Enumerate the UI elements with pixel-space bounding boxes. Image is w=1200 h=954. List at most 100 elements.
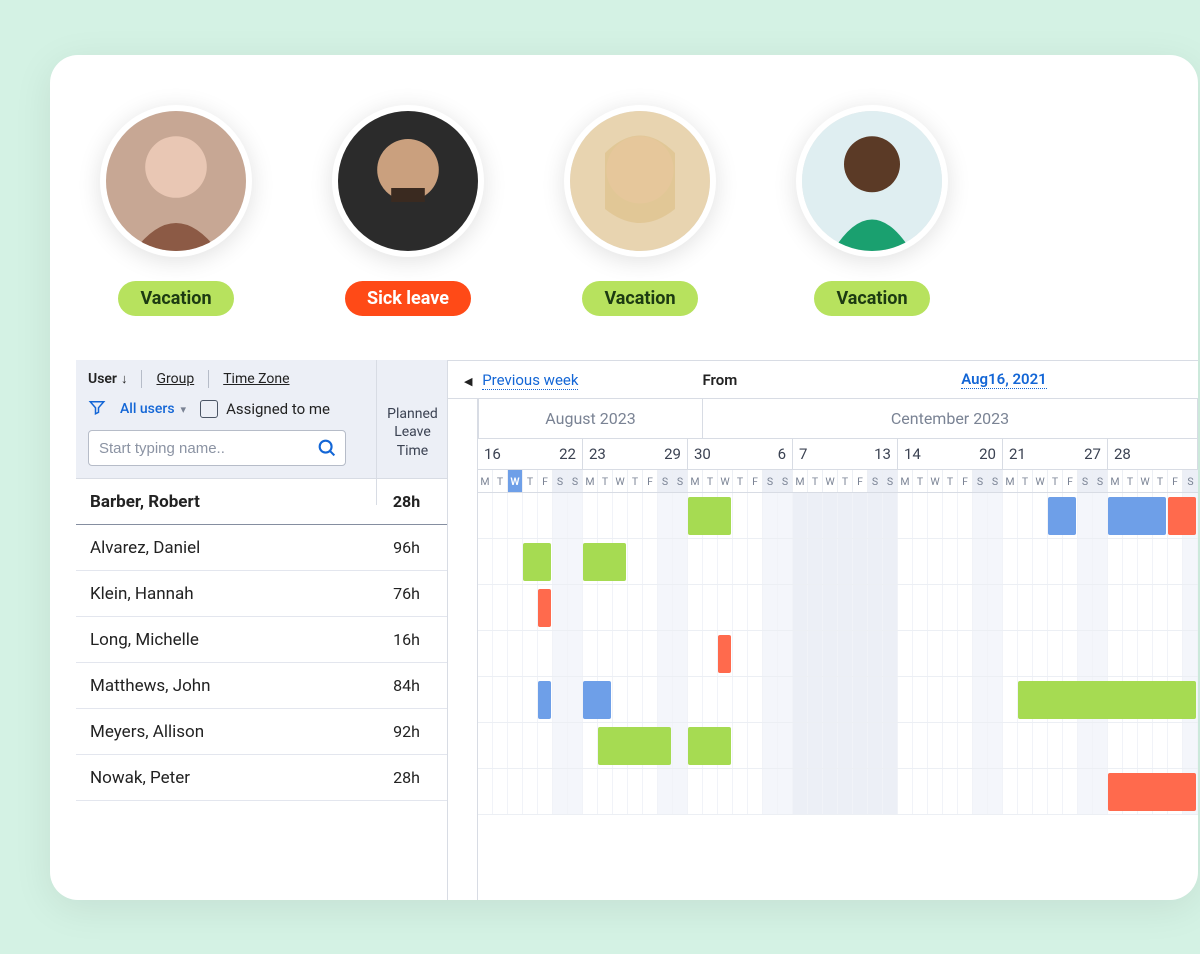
calendar-cell[interactable] [1078, 769, 1093, 814]
calendar-cell[interactable] [838, 631, 853, 676]
calendar-cell[interactable] [1018, 585, 1033, 630]
calendar-cell[interactable] [823, 585, 838, 630]
calendar-cell[interactable] [1063, 631, 1078, 676]
calendar-cell[interactable] [913, 585, 928, 630]
calendar-cell[interactable] [1138, 539, 1153, 584]
calendar-cell[interactable] [853, 631, 868, 676]
calendar-cell[interactable] [838, 723, 853, 768]
calendar-cell[interactable] [478, 769, 493, 814]
calendar-cell[interactable] [838, 677, 853, 722]
leave-block-vac[interactable] [1018, 681, 1196, 719]
calendar-cell[interactable] [988, 677, 1003, 722]
calendar-cell[interactable] [1153, 631, 1168, 676]
calendar-cell[interactable] [883, 493, 898, 538]
calendar-cell[interactable] [703, 677, 718, 722]
calendar-cell[interactable] [508, 585, 523, 630]
calendar-cell[interactable] [913, 631, 928, 676]
calendar-cell[interactable] [1108, 539, 1123, 584]
calendar-cell[interactable] [1108, 631, 1123, 676]
calendar-cell[interactable] [913, 769, 928, 814]
calendar-cell[interactable] [478, 677, 493, 722]
calendar-cell[interactable] [1018, 493, 1033, 538]
calendar-cell[interactable] [1033, 493, 1048, 538]
calendar-cell[interactable] [628, 769, 643, 814]
calendar-cell[interactable] [1003, 539, 1018, 584]
calendar-cell[interactable] [568, 585, 583, 630]
calendar-cell[interactable] [958, 677, 973, 722]
calendar-cell[interactable] [1153, 585, 1168, 630]
calendar-cell[interactable] [478, 493, 493, 538]
calendar-cell[interactable] [958, 539, 973, 584]
calendar-cell[interactable] [1003, 631, 1018, 676]
calendar-cell[interactable] [718, 769, 733, 814]
calendar-cell[interactable] [1033, 539, 1048, 584]
calendar-cell[interactable] [958, 631, 973, 676]
calendar-cell[interactable] [748, 539, 763, 584]
calendar-cell[interactable] [748, 493, 763, 538]
calendar-cell[interactable] [1018, 631, 1033, 676]
calendar-cell[interactable] [1048, 539, 1063, 584]
calendar-cell[interactable] [793, 631, 808, 676]
calendar-cell[interactable] [793, 677, 808, 722]
calendar-cell[interactable] [958, 585, 973, 630]
calendar-cell[interactable] [943, 631, 958, 676]
calendar-cell[interactable] [658, 769, 673, 814]
calendar-cell[interactable] [973, 493, 988, 538]
calendar-cell[interactable] [628, 493, 643, 538]
leave-block-vac[interactable] [688, 497, 731, 535]
filter-icon[interactable] [88, 398, 106, 420]
calendar-cell[interactable] [733, 723, 748, 768]
leave-block-other[interactable] [1108, 497, 1166, 535]
calendar-cell[interactable] [493, 769, 508, 814]
calendar-cell[interactable] [838, 539, 853, 584]
calendar-cell[interactable] [1033, 723, 1048, 768]
leave-block-vac[interactable] [523, 543, 551, 581]
calendar-cell[interactable] [1168, 631, 1183, 676]
calendar-cell[interactable] [718, 585, 733, 630]
calendar-cell[interactable] [643, 585, 658, 630]
calendar-cell[interactable] [508, 723, 523, 768]
calendar-cell[interactable] [1123, 585, 1138, 630]
calendar-cell[interactable] [778, 677, 793, 722]
leave-block-other[interactable] [1048, 497, 1076, 535]
calendar-cell[interactable] [943, 677, 958, 722]
calendar-cell[interactable] [778, 769, 793, 814]
calendar-cell[interactable] [1093, 723, 1108, 768]
calendar-cell[interactable] [838, 769, 853, 814]
calendar-cell[interactable] [568, 539, 583, 584]
calendar-cell[interactable] [553, 723, 568, 768]
calendar-cell[interactable] [928, 631, 943, 676]
calendar-cell[interactable] [718, 677, 733, 722]
calendar-cell[interactable] [673, 769, 688, 814]
calendar-cell[interactable] [523, 585, 538, 630]
leave-block-sick[interactable] [718, 635, 731, 673]
calendar-cell[interactable] [493, 631, 508, 676]
calendar-cell[interactable] [628, 677, 643, 722]
calendar-cell[interactable] [508, 769, 523, 814]
calendar-cell[interactable] [598, 631, 613, 676]
calendar-cell[interactable] [583, 585, 598, 630]
calendar-cell[interactable] [658, 493, 673, 538]
calendar-cell[interactable] [643, 493, 658, 538]
calendar-cell[interactable] [823, 723, 838, 768]
calendar-cell[interactable] [748, 585, 763, 630]
calendar-cell[interactable] [1168, 585, 1183, 630]
calendar-cell[interactable] [853, 769, 868, 814]
calendar-cell[interactable] [478, 723, 493, 768]
avatar[interactable] [796, 105, 948, 257]
calendar-cell[interactable] [1123, 539, 1138, 584]
calendar-cell[interactable] [853, 585, 868, 630]
calendar-cell[interactable] [793, 769, 808, 814]
calendar-cell[interactable] [613, 493, 628, 538]
avatar[interactable] [564, 105, 716, 257]
calendar-cell[interactable] [1033, 631, 1048, 676]
calendar-cell[interactable] [913, 493, 928, 538]
calendar-cell[interactable] [733, 539, 748, 584]
calendar-cell[interactable] [793, 493, 808, 538]
calendar-cell[interactable] [703, 585, 718, 630]
user-row[interactable]: Long, Michelle16h [76, 617, 447, 663]
calendar-cell[interactable] [1003, 769, 1018, 814]
calendar-cell[interactable] [778, 539, 793, 584]
leave-block-other[interactable] [538, 681, 551, 719]
leave-block-vac[interactable] [688, 727, 731, 765]
